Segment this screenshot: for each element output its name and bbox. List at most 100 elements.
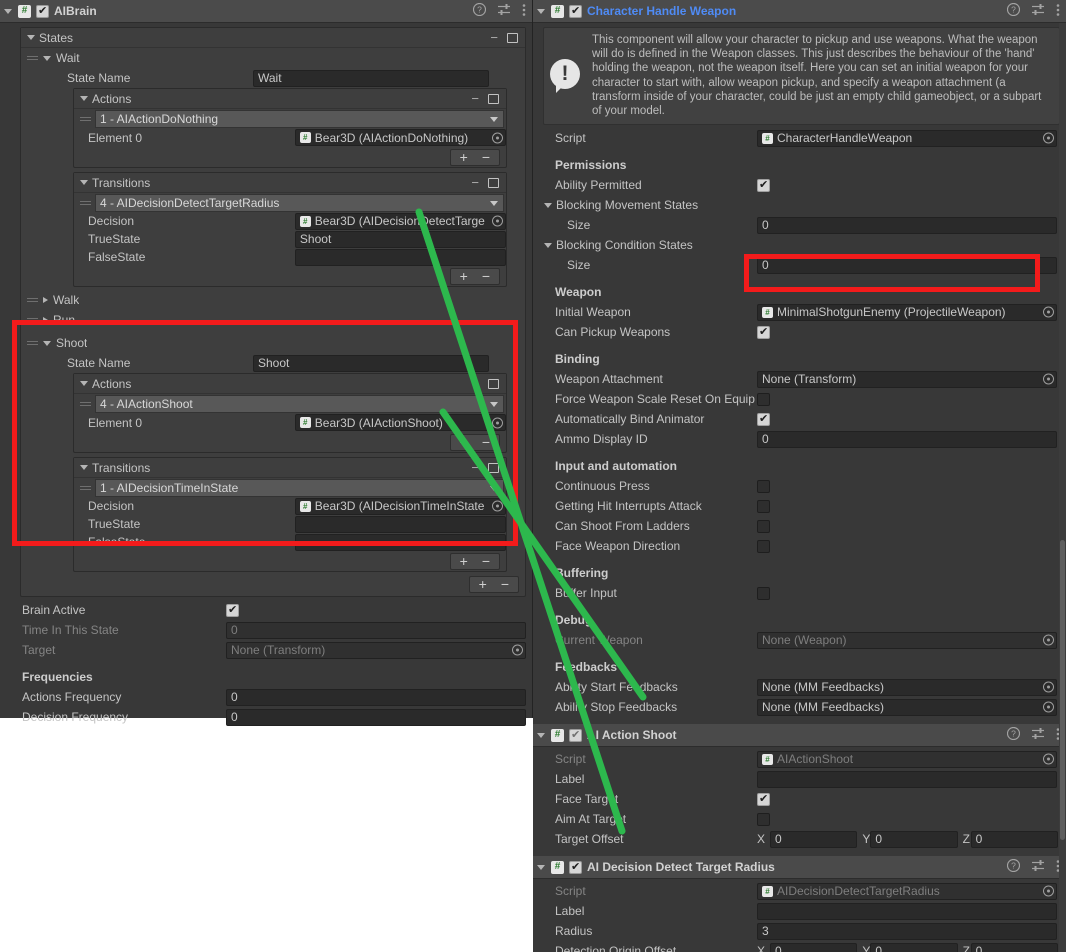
blocking-condition-states-foldout[interactable]: Blocking Condition States xyxy=(533,235,1066,255)
component-enabled-checkbox[interactable] xyxy=(36,4,49,18)
blocking-condition-size-input[interactable]: 0 xyxy=(757,256,1057,274)
add-transition-button[interactable]: + xyxy=(460,269,468,283)
ladders-checkbox[interactable] xyxy=(757,519,770,533)
preset-icon[interactable] xyxy=(1031,3,1045,19)
chevron-down-icon[interactable] xyxy=(4,8,12,14)
preset-icon[interactable] xyxy=(497,3,511,19)
collapse-button[interactable]: − xyxy=(471,176,479,189)
object-picker-icon[interactable] xyxy=(1043,681,1054,693)
drag-handle-icon[interactable] xyxy=(80,485,91,490)
chevron-down-icon[interactable] xyxy=(544,202,552,208)
chevron-down-icon[interactable] xyxy=(80,465,88,470)
help-icon[interactable]: ? xyxy=(1006,859,1021,875)
truestate-input-shoot[interactable] xyxy=(294,515,506,533)
chevron-down-icon[interactable] xyxy=(80,96,88,101)
chevron-down-icon[interactable] xyxy=(537,864,545,870)
chevron-down-icon[interactable] xyxy=(80,381,88,386)
transitions-list-header[interactable]: Transitions − xyxy=(74,458,506,478)
blocking-movement-size-input[interactable]: 0 xyxy=(757,216,1057,234)
falsestate-input[interactable] xyxy=(294,248,506,266)
chevron-down-icon[interactable] xyxy=(27,35,35,40)
force-scale-reset-checkbox[interactable] xyxy=(757,392,770,406)
object-picker-icon[interactable] xyxy=(492,215,503,227)
transitions-list-header[interactable]: Transitions − xyxy=(74,173,506,193)
decision-object-field-shoot[interactable]: # Bear3D (AIDecisionTimeInState xyxy=(294,497,506,515)
chevron-down-icon[interactable] xyxy=(537,732,545,738)
expand-button[interactable] xyxy=(488,177,499,188)
initial-weapon-object-field[interactable]: # MinimalShotgunEnemy (ProjectileWeapon) xyxy=(757,303,1057,321)
object-picker-icon[interactable] xyxy=(492,417,503,428)
expand-button[interactable] xyxy=(488,462,499,473)
decision-object-field[interactable]: # Bear3D (AIDecisionDetectTarge xyxy=(294,212,506,230)
actions-list-header[interactable]: Actions − xyxy=(74,89,506,109)
ability-stop-feedbacks-field[interactable]: None (MM Feedbacks) xyxy=(757,698,1057,716)
auto-bind-animator-checkbox[interactable] xyxy=(757,412,770,426)
action-type-dropdown[interactable]: 1 - AIActionDoNothing xyxy=(95,109,504,128)
drag-handle-icon[interactable] xyxy=(80,116,91,121)
remove-transition-button[interactable]: − xyxy=(482,554,490,568)
actions-list-header[interactable]: Actions − xyxy=(74,374,506,394)
buffer-input-checkbox[interactable] xyxy=(757,586,770,600)
help-icon[interactable]: ? xyxy=(1006,2,1021,19)
detection-offset-y-input[interactable]: 0 xyxy=(870,942,958,952)
ai-decision-label-input[interactable] xyxy=(757,902,1057,920)
object-picker-icon[interactable] xyxy=(492,500,503,512)
ability-permitted-checkbox[interactable] xyxy=(757,178,770,192)
weapon-attachment-object-field[interactable]: None (Transform) xyxy=(757,370,1057,388)
character-handle-weapon-header[interactable]: # Character Handle Weapon ? xyxy=(533,0,1066,23)
remove-action-button[interactable]: − xyxy=(482,150,490,164)
preset-icon[interactable] xyxy=(1031,727,1045,743)
aibrain-component-header[interactable]: # AIBrain ? xyxy=(0,0,532,23)
truestate-input[interactable]: Shoot xyxy=(294,230,506,248)
add-action-button[interactable]: + xyxy=(460,150,468,164)
add-state-button[interactable]: + xyxy=(479,577,487,591)
collapse-all-button[interactable]: − xyxy=(490,31,498,44)
detection-offset-x-input[interactable]: 0 xyxy=(770,942,858,952)
ai-action-shoot-header[interactable]: # AI Action Shoot ? xyxy=(533,724,1066,748)
add-action-button[interactable]: + xyxy=(460,435,468,449)
remove-state-button[interactable]: − xyxy=(501,577,509,591)
radius-input[interactable]: 3 xyxy=(757,922,1057,940)
face-weapon-checkbox[interactable] xyxy=(757,539,770,553)
chevron-down-icon[interactable] xyxy=(80,180,88,185)
object-picker-icon[interactable] xyxy=(1043,701,1054,713)
target-offset-y-input[interactable]: 0 xyxy=(870,830,958,848)
chevron-down-icon[interactable] xyxy=(43,55,51,61)
ai-shoot-label-input[interactable] xyxy=(757,770,1057,788)
target-offset-z-input[interactable]: 0 xyxy=(970,830,1058,848)
action-object-field[interactable]: # Bear3D (AIActionDoNothing) xyxy=(294,129,506,146)
drag-handle-icon[interactable] xyxy=(27,298,38,302)
drag-handle-icon[interactable] xyxy=(27,56,38,60)
state-foldout-wait[interactable]: Wait xyxy=(21,48,525,68)
action-type-dropdown-shoot[interactable]: 4 - AIActionShoot xyxy=(95,394,504,413)
can-pickup-checkbox[interactable] xyxy=(757,325,770,339)
right-panel-scrollbar-track[interactable] xyxy=(1059,23,1066,952)
remove-transition-button[interactable]: − xyxy=(482,269,490,283)
ability-start-feedbacks-field[interactable]: None (MM Feedbacks) xyxy=(757,678,1057,696)
expand-button[interactable] xyxy=(488,378,499,389)
detection-offset-z-input[interactable]: 0 xyxy=(970,942,1058,952)
drag-handle-icon[interactable] xyxy=(27,341,38,345)
object-picker-icon[interactable] xyxy=(1043,373,1054,385)
expand-all-button[interactable] xyxy=(507,32,518,43)
falsestate-input-shoot[interactable] xyxy=(294,533,506,551)
ai-decision-header[interactable]: # AI Decision Detect Target Radius ? xyxy=(533,856,1066,880)
chevron-down-icon[interactable] xyxy=(544,242,552,248)
remove-action-button[interactable]: − xyxy=(482,435,490,449)
continuous-press-checkbox[interactable] xyxy=(757,479,770,493)
chevron-right-icon[interactable] xyxy=(43,297,48,303)
collapse-button[interactable]: − xyxy=(471,92,479,105)
object-picker-icon[interactable] xyxy=(1043,306,1054,318)
object-picker-icon[interactable] xyxy=(1043,753,1054,765)
target-offset-x-input[interactable]: 0 xyxy=(770,830,858,848)
drag-handle-icon[interactable] xyxy=(80,200,91,205)
add-transition-button[interactable]: + xyxy=(460,554,468,568)
component-enabled-checkbox[interactable] xyxy=(569,860,582,874)
component-enabled-checkbox[interactable] xyxy=(569,4,582,18)
blocking-movement-states-foldout[interactable]: Blocking Movement States xyxy=(533,195,1066,215)
state-name-input[interactable]: Wait xyxy=(253,69,489,87)
state-foldout-shoot[interactable]: Shoot xyxy=(21,333,525,353)
object-picker-icon[interactable] xyxy=(512,644,523,656)
component-enabled-checkbox[interactable] xyxy=(569,728,582,742)
collapse-button[interactable]: − xyxy=(471,377,479,390)
